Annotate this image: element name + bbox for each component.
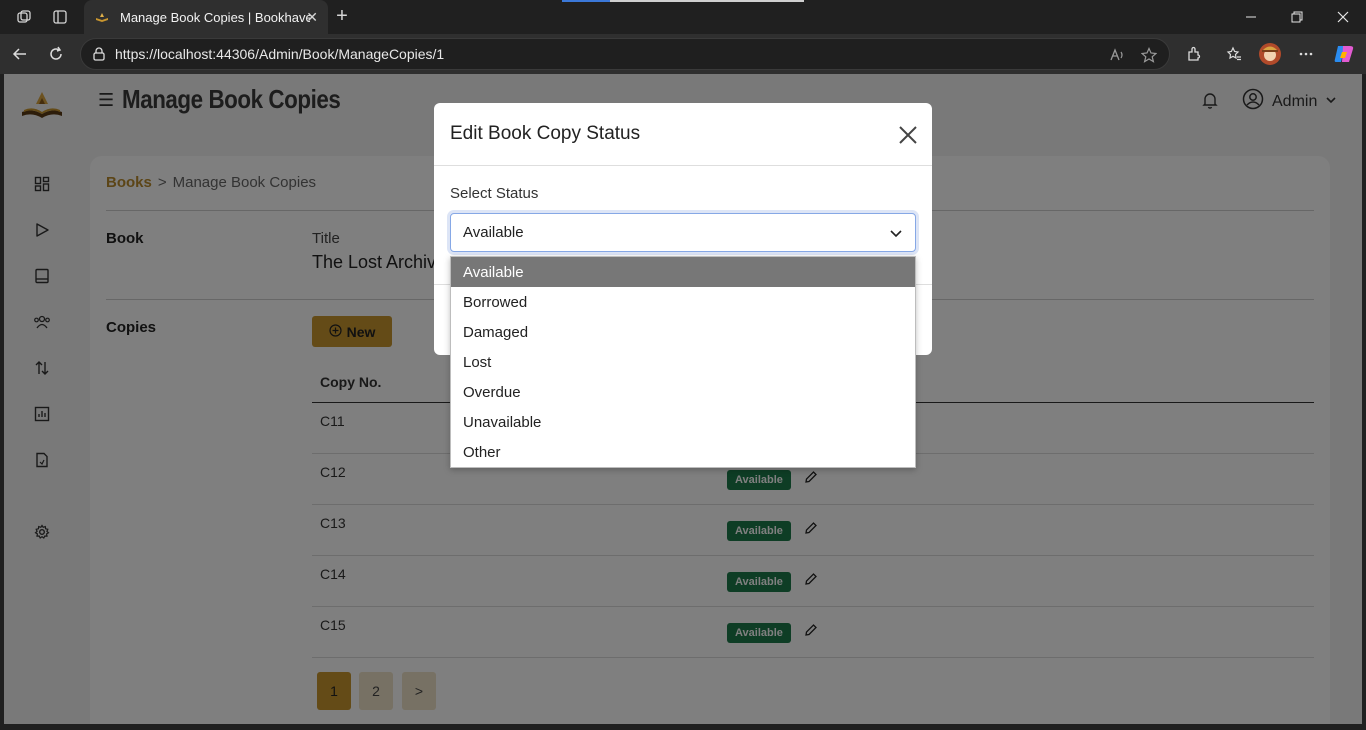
tab-close-icon[interactable]: ✕ [306,9,318,26]
bottom-edge [0,724,1366,730]
status-select-value: Available [463,224,524,241]
site-favicon-icon [94,9,110,25]
window-close-icon[interactable] [1320,0,1366,34]
browser-tab-active[interactable]: Manage Book Copies | Bookhaven ✕ [84,0,328,34]
favorites-icon[interactable] [1220,40,1248,68]
copilot-icon[interactable] [1330,40,1358,68]
favorite-star-icon[interactable] [1139,45,1159,65]
restore-icon[interactable] [1274,0,1320,34]
status-select[interactable]: Available [450,213,916,252]
more-menu-icon[interactable] [1292,40,1320,68]
profile-avatar[interactable] [1256,40,1284,68]
browser-toolbar: https://localhost:44306/Admin/Book/Manag… [0,34,1366,74]
workspaces-icon[interactable] [10,4,38,30]
select-status-label: Select Status [450,185,539,202]
status-option[interactable]: Borrowed [451,287,915,317]
chevron-down-icon [889,226,903,240]
extensions-icon[interactable] [1180,40,1208,68]
loading-indicator [562,0,804,2]
lock-icon[interactable] [91,46,107,62]
minimize-icon[interactable] [1228,0,1274,34]
status-option[interactable]: Damaged [451,317,915,347]
status-option[interactable]: Other [451,437,915,467]
url-text: https://localhost:44306/Admin/Book/Manag… [115,46,445,62]
status-option[interactable]: Overdue [451,377,915,407]
status-option[interactable]: Lost [451,347,915,377]
address-bar[interactable]: https://localhost:44306/Admin/Book/Manag… [80,38,1170,70]
status-option[interactable]: Unavailable [451,407,915,437]
tab-title: Manage Book Copies | Bookhaven [120,9,310,25]
modal-close-icon[interactable] [896,123,920,147]
back-icon[interactable] [6,40,34,68]
status-option[interactable]: Available [451,257,915,287]
read-aloud-icon[interactable] [1107,45,1127,65]
refresh-icon[interactable] [42,40,70,68]
modal-title: Edit Book Copy Status [450,123,641,144]
modal-header-divider [434,165,932,166]
tab-actions-icon[interactable] [46,4,74,30]
new-tab-icon[interactable]: + [330,4,354,28]
browser-tab-bar: Manage Book Copies | Bookhaven ✕ + [0,0,1366,34]
status-options-list: Available Borrowed Damaged Lost Overdue … [450,256,916,468]
